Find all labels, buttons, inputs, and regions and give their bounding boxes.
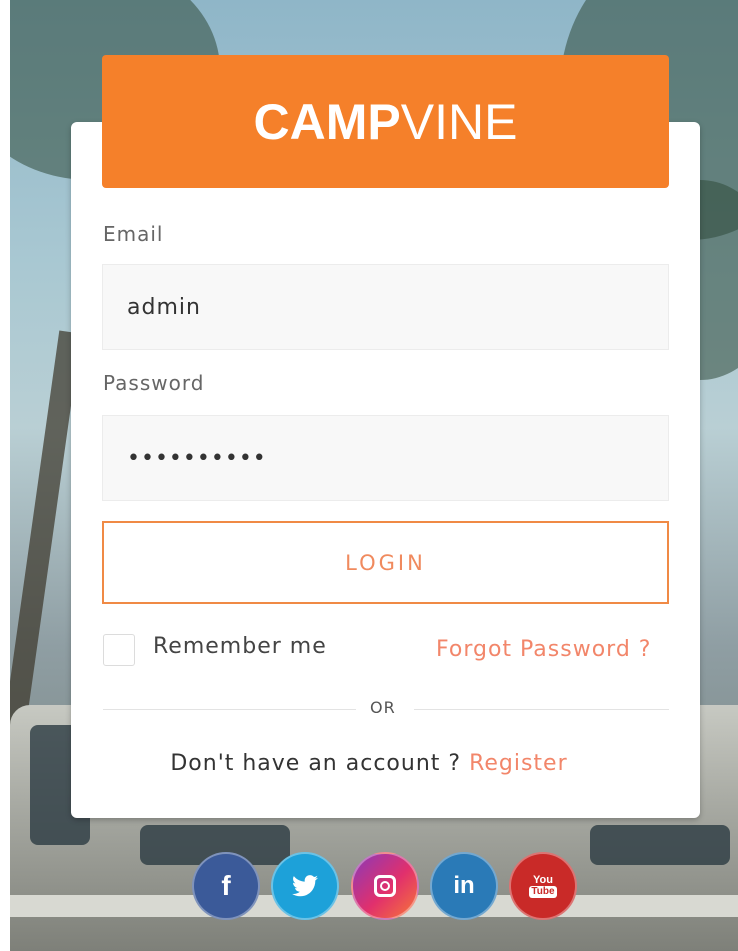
- register-link[interactable]: Register: [469, 751, 568, 776]
- login-button[interactable]: LOGIN: [102, 521, 669, 604]
- forgot-password-link[interactable]: Forgot Password ?: [436, 637, 651, 662]
- facebook-icon: f: [221, 870, 231, 901]
- brand-logo: CAMP VINE: [102, 55, 669, 188]
- divider-right: [414, 709, 669, 710]
- remember-me-checkbox[interactable]: [103, 634, 135, 666]
- no-account-text: Don't have an account ?: [170, 751, 462, 776]
- instagram-icon: [374, 875, 396, 897]
- van-window: [590, 825, 730, 865]
- email-label: Email: [103, 222, 164, 246]
- linkedin-icon: in: [453, 872, 475, 899]
- brand-name-thin: VINE: [400, 93, 518, 150]
- youtube-icon-top: You: [533, 873, 553, 886]
- register-prompt: Don't have an account ? Register: [0, 751, 738, 776]
- twitter-icon: [292, 875, 318, 897]
- password-label: Password: [103, 371, 205, 395]
- twitter-button[interactable]: [271, 852, 339, 920]
- instagram-button[interactable]: [351, 852, 419, 920]
- password-field-value: ••••••••••: [127, 445, 267, 471]
- email-field[interactable]: admin: [102, 264, 669, 350]
- facebook-button[interactable]: f: [192, 852, 260, 920]
- divider-left: [103, 709, 356, 710]
- or-divider-text: OR: [370, 698, 396, 717]
- email-field-value: admin: [127, 294, 201, 320]
- palm-trunk: [0, 330, 82, 750]
- password-field[interactable]: ••••••••••: [102, 415, 669, 501]
- youtube-button[interactable]: You Tube: [509, 852, 577, 920]
- youtube-icon: You Tube: [529, 873, 557, 898]
- linkedin-button[interactable]: in: [430, 852, 498, 920]
- brand-name-bold: CAMP: [253, 93, 401, 150]
- left-margin: [0, 0, 10, 951]
- youtube-icon-bottom: Tube: [529, 885, 557, 898]
- remember-me-label: Remember me: [153, 634, 327, 659]
